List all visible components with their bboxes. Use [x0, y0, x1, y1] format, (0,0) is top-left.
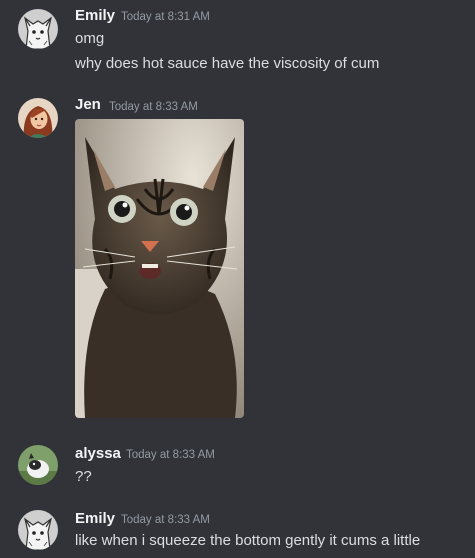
- message-timestamp[interactable]: Today at 8:33 AM: [109, 101, 198, 113]
- image-attachment[interactable]: [75, 119, 244, 418]
- avatar[interactable]: [18, 445, 58, 485]
- avatar[interactable]: [18, 510, 58, 550]
- message-text: why does hot sauce have the viscosity of…: [75, 55, 380, 72]
- sketch-animal-avatar-icon: [18, 9, 58, 49]
- illustrated-person-avatar-icon: [18, 98, 58, 138]
- username[interactable]: Emily: [75, 7, 115, 24]
- animal-photo-avatar-icon: [18, 445, 58, 485]
- message-text: omg: [75, 30, 105, 47]
- message-timestamp[interactable]: Today at 8:33 AM: [126, 449, 215, 461]
- avatar[interactable]: [18, 9, 58, 49]
- message-timestamp[interactable]: Today at 8:31 AM: [121, 11, 210, 23]
- message-text: like when i squeeze the bottom gently it…: [75, 532, 421, 549]
- message-text: ??: [75, 468, 92, 485]
- username[interactable]: Jen: [75, 96, 101, 113]
- sketch-animal-avatar-icon: [18, 510, 58, 550]
- username[interactable]: Emily: [75, 510, 115, 527]
- username[interactable]: alyssa: [75, 445, 121, 462]
- message-timestamp[interactable]: Today at 8:33 AM: [121, 514, 210, 526]
- startled-tabby-cat-photo-icon: [75, 119, 244, 418]
- avatar[interactable]: [18, 98, 58, 138]
